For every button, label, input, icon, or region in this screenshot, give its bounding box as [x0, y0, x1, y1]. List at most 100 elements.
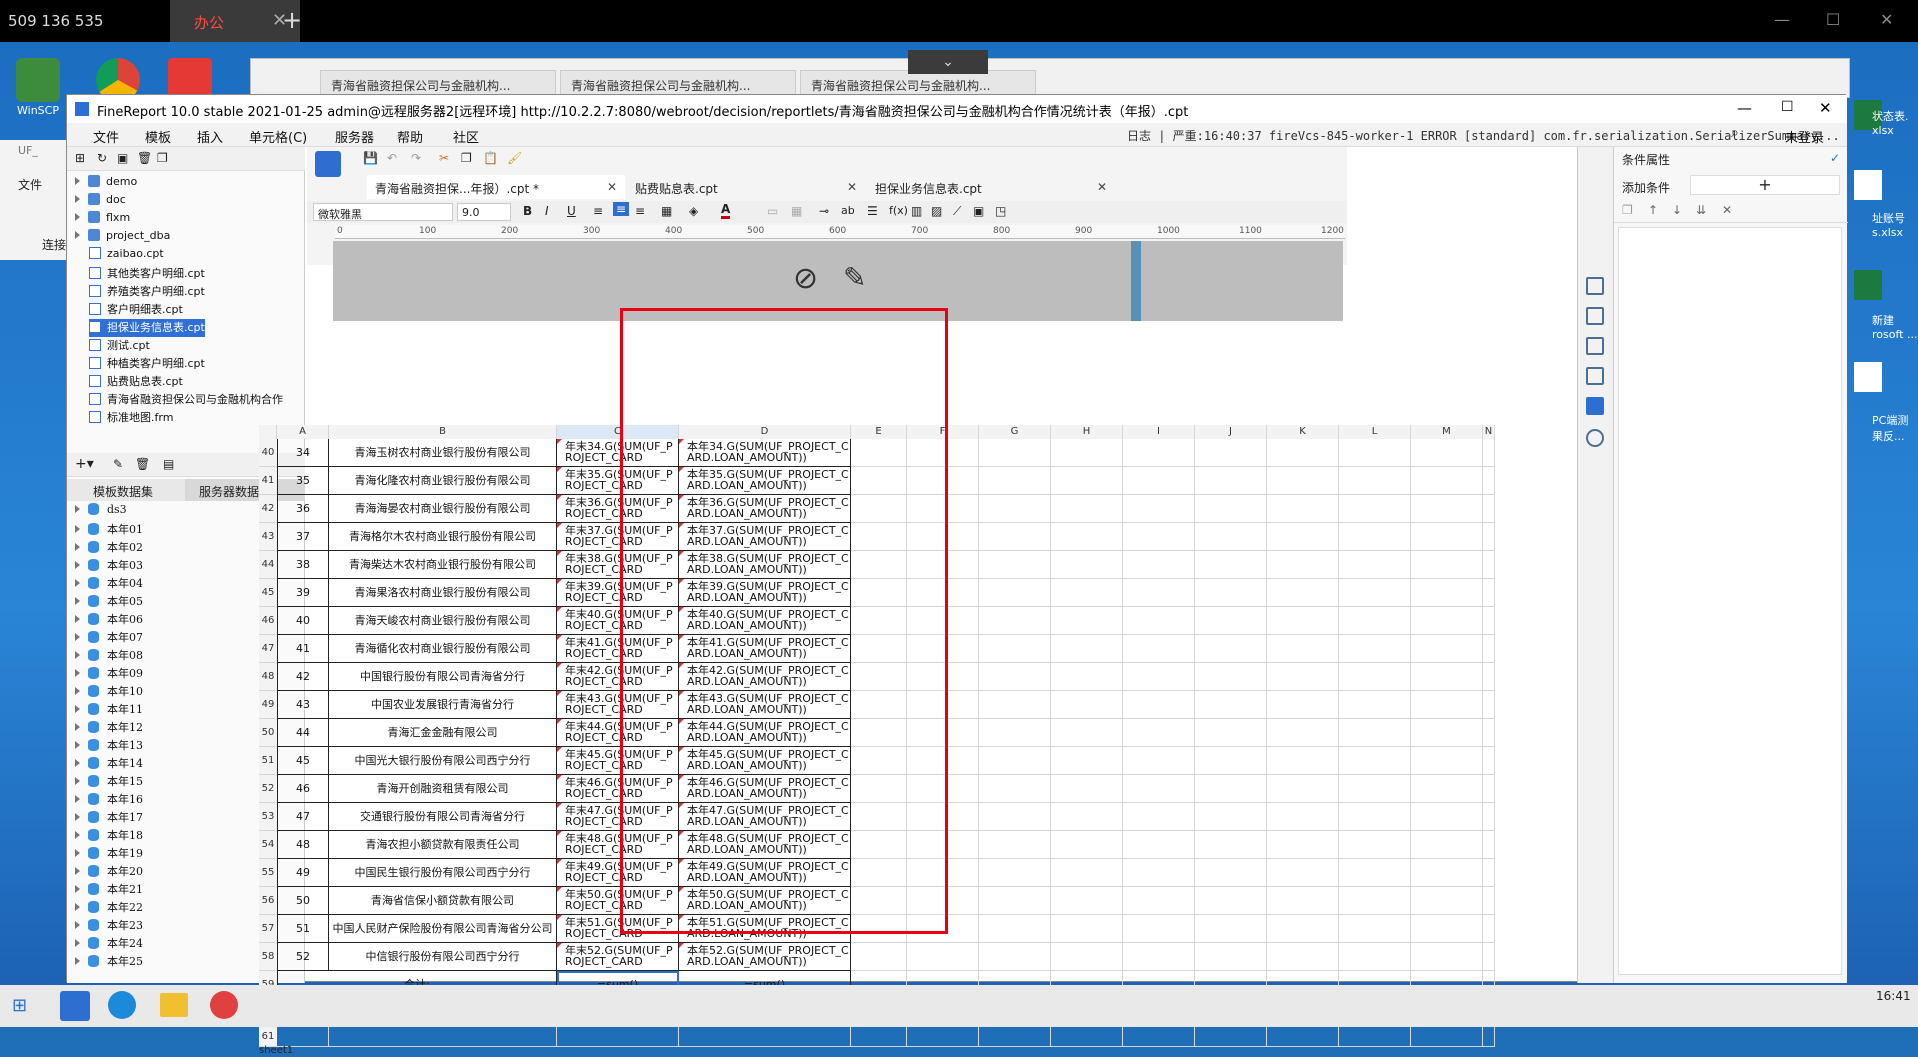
empty-cell[interactable]	[1411, 495, 1483, 523]
empty-cell[interactable]	[1483, 663, 1495, 691]
row-header[interactable]: 42	[259, 495, 277, 523]
empty-cell[interactable]	[1483, 467, 1495, 495]
empty-cell[interactable]	[1483, 579, 1495, 607]
cell-institution[interactable]: 青海化隆农村商业银行股份有限公司	[329, 467, 557, 495]
empty-cell[interactable]	[1411, 607, 1483, 635]
empty-cell[interactable]	[1051, 915, 1123, 943]
menu-template[interactable]: 模板	[145, 127, 171, 146]
empty-cell[interactable]	[1411, 523, 1483, 551]
dataset-item[interactable]: 本年05	[75, 593, 143, 611]
empty-cell[interactable]	[1195, 887, 1267, 915]
empty-cell[interactable]	[1339, 831, 1411, 859]
template-icon[interactable]	[315, 151, 341, 177]
empty-cell[interactable]	[1195, 551, 1267, 579]
dataset-item[interactable]: 本年04	[75, 575, 143, 593]
tab-close-icon[interactable]: ✕	[1097, 180, 1107, 194]
refresh-icon[interactable]: ↻	[97, 151, 107, 165]
empty-cell[interactable]	[1339, 495, 1411, 523]
unmerge-icon[interactable]: ▦	[791, 204, 802, 218]
empty-cell[interactable]	[1411, 803, 1483, 831]
empty-cell[interactable]	[979, 607, 1051, 635]
maximize-icon[interactable]: ☐	[1826, 10, 1840, 29]
empty-cell[interactable]	[1339, 943, 1411, 971]
tree-file[interactable]: 贴费贴息表.cpt	[89, 373, 183, 391]
empty-cell[interactable]	[1339, 467, 1411, 495]
cell-institution[interactable]: 青海天峻农村商业银行股份有限公司	[329, 607, 557, 635]
cell-index[interactable]: 40	[277, 607, 329, 635]
empty-cell[interactable]	[1195, 1027, 1267, 1047]
empty-cell[interactable]	[907, 943, 979, 971]
empty-cell[interactable]	[1267, 747, 1339, 775]
cell-index[interactable]: 50	[277, 887, 329, 915]
cell-index[interactable]: 47	[277, 803, 329, 831]
dataset-item[interactable]: 本年12	[75, 719, 143, 737]
cell-index[interactable]: 41	[277, 635, 329, 663]
cell-institution[interactable]: 青海玉树农村商业银行股份有限公司	[329, 439, 557, 467]
condition-attr-icon[interactable]	[1586, 397, 1604, 415]
dataset-item[interactable]: 本年21	[75, 881, 143, 899]
dataset-item[interactable]: 本年22	[75, 899, 143, 917]
cell-institution[interactable]: 青海汇金金融有限公司	[329, 719, 557, 747]
copy-icon[interactable]: ❐	[461, 151, 472, 165]
cell-institution[interactable]: 交通银行股份有限公司青海省分行	[329, 803, 557, 831]
empty-cell[interactable]	[1483, 831, 1495, 859]
empty-cell[interactable]	[1051, 1027, 1123, 1047]
empty-cell[interactable]	[1483, 775, 1495, 803]
image-icon[interactable]: ▨	[931, 204, 942, 218]
window-maximize-icon[interactable]: ☐	[1781, 99, 1794, 115]
cell-index[interactable]: 48	[277, 831, 329, 859]
empty-cell[interactable]	[1339, 775, 1411, 803]
empty-cell[interactable]	[1339, 719, 1411, 747]
empty-cell[interactable]	[1267, 523, 1339, 551]
row-header[interactable]: 61	[259, 1027, 277, 1047]
empty-cell[interactable]	[1195, 691, 1267, 719]
cell-index[interactable]: 36	[277, 495, 329, 523]
empty-cell[interactable]	[1267, 1027, 1339, 1047]
add-dataset-icon[interactable]: +▾	[75, 456, 94, 472]
empty-cell[interactable]	[1339, 607, 1411, 635]
copy-icon[interactable]: ❐	[157, 151, 168, 165]
empty-cell[interactable]	[1195, 635, 1267, 663]
cell-index[interactable]: 42	[277, 663, 329, 691]
empty-cell[interactable]	[277, 1027, 329, 1047]
row-header[interactable]: 55	[259, 859, 277, 887]
cell-institution[interactable]: 中国农业发展银行青海省分行	[329, 691, 557, 719]
empty-cell[interactable]	[979, 691, 1051, 719]
empty-cell[interactable]	[1051, 495, 1123, 523]
move-up-icon[interactable]: ↑	[1648, 203, 1658, 217]
empty-cell[interactable]	[907, 1027, 979, 1047]
bg-window-menu-file[interactable]: 文件	[18, 176, 42, 193]
empty-cell[interactable]	[1267, 691, 1339, 719]
empty-cell[interactable]	[979, 719, 1051, 747]
empty-cell[interactable]	[1123, 747, 1195, 775]
underline-icon[interactable]: U	[567, 204, 576, 218]
dataset-item[interactable]: 本年13	[75, 737, 143, 755]
row-header[interactable]: 47	[259, 635, 277, 663]
column-header[interactable]: A	[277, 425, 329, 439]
cell-index[interactable]: 44	[277, 719, 329, 747]
empty-cell[interactable]	[1123, 663, 1195, 691]
row-header[interactable]: 40	[259, 439, 277, 467]
window-minimize-icon[interactable]: —	[1737, 99, 1752, 117]
empty-cell[interactable]	[1195, 719, 1267, 747]
italic-icon[interactable]: I	[545, 204, 549, 218]
file-tab[interactable]: 担保业务信息表.cpt ✕	[867, 175, 1115, 199]
remote-dropdown-handle[interactable]: ⌄	[908, 50, 988, 74]
cell-element-icon[interactable]	[1586, 277, 1604, 295]
align-center-icon[interactable]: ≡	[613, 202, 630, 216]
cell-institution[interactable]: 青海农担小额贷款有限责任公司	[329, 831, 557, 859]
empty-cell[interactable]	[1195, 523, 1267, 551]
empty-cell[interactable]	[1411, 719, 1483, 747]
empty-cell[interactable]	[1411, 747, 1483, 775]
empty-cell[interactable]	[1411, 551, 1483, 579]
empty-cell[interactable]	[979, 803, 1051, 831]
text-icon[interactable]: ab	[841, 204, 855, 217]
empty-cell[interactable]	[1051, 747, 1123, 775]
empty-cell[interactable]	[1267, 579, 1339, 607]
empty-cell[interactable]	[1339, 439, 1411, 467]
empty-cell[interactable]	[1411, 579, 1483, 607]
empty-cell[interactable]	[1123, 551, 1195, 579]
menu-cell[interactable]: 单元格(C)	[249, 127, 307, 146]
empty-cell[interactable]	[1483, 859, 1495, 887]
empty-cell[interactable]	[1195, 607, 1267, 635]
